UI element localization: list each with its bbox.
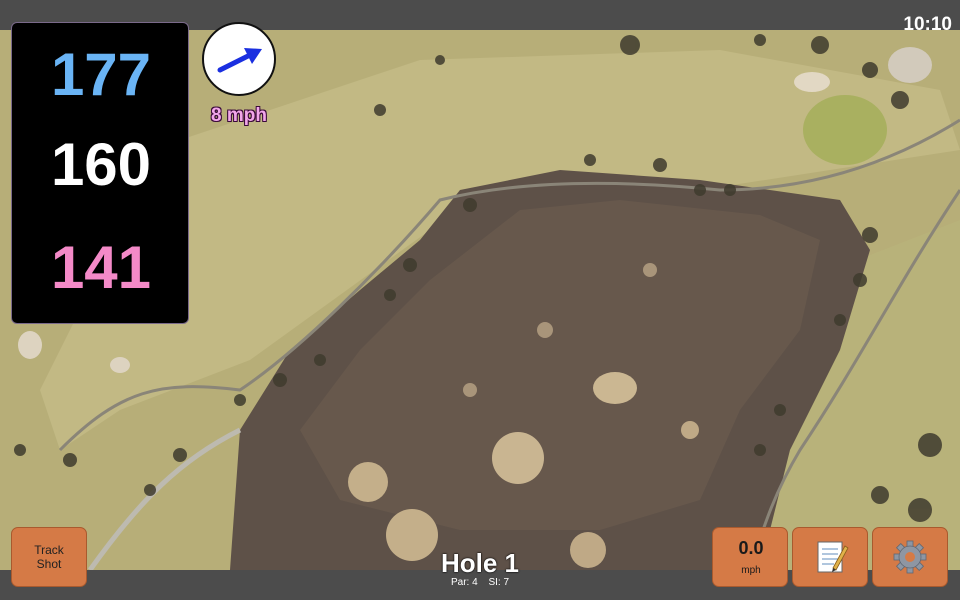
notes-button[interactable] xyxy=(792,527,868,587)
wind-speed-label: 8 mph xyxy=(211,105,267,126)
distance-middle-of-green: 160 xyxy=(50,131,152,198)
par-label: Par: 4 xyxy=(450,577,478,588)
distance-back-of-green: 177 xyxy=(50,41,152,108)
track-shot-button[interactable]: Track Shot xyxy=(11,527,87,587)
distance-panel: 177 160 141 xyxy=(11,22,189,324)
speed-unit: mph xyxy=(741,565,761,576)
wind-direction-badge xyxy=(202,22,276,96)
hole-info: Par: 4 SI: 7 xyxy=(380,577,580,588)
wind-direction-arrow-icon xyxy=(217,48,262,73)
notepad-icon xyxy=(817,541,849,573)
speed-value: 0.0 xyxy=(738,538,764,558)
distance-front-of-green: 141 xyxy=(50,234,152,301)
track-shot-label-line2: Shot xyxy=(36,557,62,571)
speed-button[interactable]: 0.0 mph xyxy=(712,527,788,587)
clock-time: 10:10 xyxy=(903,14,952,35)
settings-button[interactable] xyxy=(872,527,948,587)
hole-title: Hole 1 xyxy=(440,548,520,578)
stroke-index-label: SI: 7 xyxy=(488,577,510,588)
gear-icon xyxy=(893,540,927,574)
track-shot-label-line1: Track xyxy=(34,543,64,557)
